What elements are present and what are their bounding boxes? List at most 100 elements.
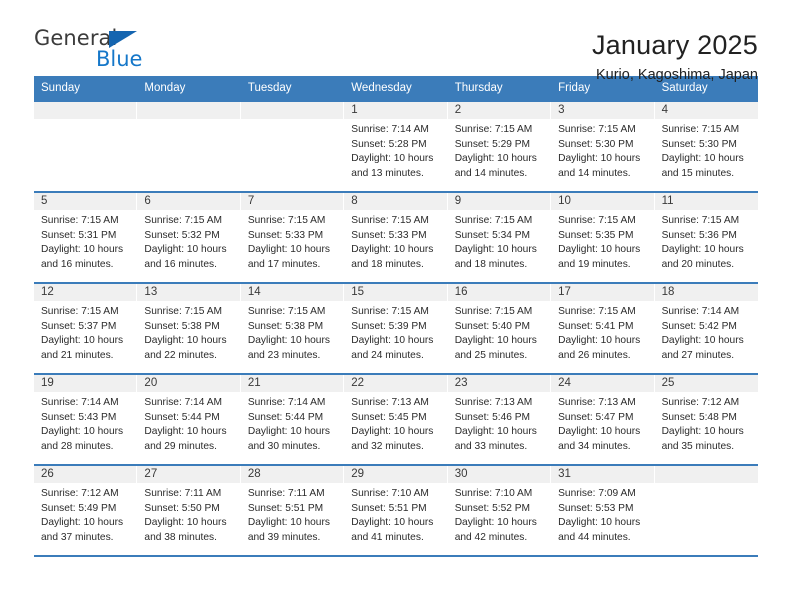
daylight-text-line2: and 14 minutes. [558,168,631,180]
day-cell[interactable]: 9 Sunrise: 7:15 AM Sunset: 5:34 PM Daylight… [447,192,552,282]
day-cell[interactable]: 2 Sunrise: 7:15 AM Sunset: 5:29 PM Daylight… [447,101,552,191]
calendar-page: General Blue January 2025 Kurio, Kagoshi… [0,0,792,612]
day-cell[interactable]: 10 Sunrise: 7:15 AM Sunset: 5:35 PM Dayligh… [551,192,655,282]
daylight-text-line1: Daylight: 10 hours [558,244,641,256]
general-blue-logo[interactable]: General Blue [34,28,164,76]
day-cell[interactable]: 29 Sunrise: 7:10 AM Sunset: 5:51 PM Dayligh… [344,465,448,555]
day-details: Sunrise: 7:15 AM Sunset: 5:35 PM Daylight:… [551,210,653,273]
sunset-text: Sunset: 5:45 PM [351,411,427,423]
daylight-text-line1: Daylight: 10 hours [144,517,227,529]
daylight-text-line1: Daylight: 10 hours [351,517,434,529]
day-number: 25 [654,374,758,392]
sunset-text: Sunset: 5:34 PM [454,229,531,241]
daylight-text-line1: Daylight: 10 hours [661,153,744,165]
sunset-text: Sunset: 5:33 PM [247,229,324,241]
sunrise-text: Sunrise: 7:15 AM [41,305,119,317]
daylight-text-line2: and 25 minutes. [454,350,528,362]
sunset-text: Sunset: 5:53 PM [558,502,634,514]
day-cell[interactable]: 6 Sunrise: 7:15 AM Sunset: 5:32 PM Daylight… [137,192,241,282]
daylight-text-line2: and 39 minutes. [247,532,321,544]
day-number: 12 [34,283,137,301]
day-details: Sunrise: 7:15 AM Sunset: 5:36 PM Daylight:… [655,210,758,273]
day-number [137,101,240,119]
daylight-text-line2: and 37 minutes. [41,532,114,544]
day-cell[interactable]: 23 Sunrise: 7:13 AM Sunset: 5:46 PM Dayligh… [447,374,552,464]
daylight-text-line1: Daylight: 10 hours [661,335,744,347]
day-cell[interactable]: 19 Sunrise: 7:14 AM Sunset: 5:43 PM Dayligh… [34,374,138,464]
day-cell[interactable]: 12 Sunrise: 7:15 AM Sunset: 5:37 PM Dayligh… [34,283,138,373]
day-cell[interactable]: 18 Sunrise: 7:14 AM Sunset: 5:42 PM Dayligh… [654,283,758,373]
calendar-week-row: 26 Sunrise: 7:12 AM Sunset: 5:49 PM Dayligh… [34,463,758,555]
day-details: Sunrise: 7:13 AM Sunset: 5:46 PM Daylight:… [448,392,550,455]
day-details: Sunrise: 7:15 AM Sunset: 5:38 PM Daylight:… [137,301,239,364]
day-number [654,465,758,483]
day-number: 27 [137,465,240,483]
day-cell[interactable]: 25 Sunrise: 7:12 AM Sunset: 5:48 PM Dayligh… [654,374,758,464]
day-number [34,101,137,119]
day-details: Sunrise: 7:11 AM Sunset: 5:50 PM Daylight:… [137,483,239,546]
day-number: 21 [240,374,344,392]
daylight-text-line1: Daylight: 10 hours [144,244,227,256]
sunrise-text: Sunrise: 7:13 AM [454,396,533,408]
daylight-text-line1: Daylight: 10 hours [247,244,330,256]
day-cell[interactable]: 16 Sunrise: 7:15 AM Sunset: 5:40 PM Dayligh… [447,283,552,373]
day-cell[interactable]: 14 Sunrise: 7:15 AM Sunset: 5:38 PM Dayligh… [240,283,345,373]
day-cell[interactable]: 17 Sunrise: 7:15 AM Sunset: 5:41 PM Dayligh… [551,283,655,373]
daylight-text-line1: Daylight: 10 hours [247,426,330,438]
daylight-text-line1: Daylight: 10 hours [558,335,641,347]
daylight-text-line1: Daylight: 10 hours [351,426,434,438]
daylight-text-line1: Daylight: 10 hours [558,153,641,165]
day-details: Sunrise: 7:15 AM Sunset: 5:32 PM Daylight:… [137,210,239,273]
sunset-text: Sunset: 5:37 PM [41,320,117,332]
day-number [240,101,344,119]
day-cell[interactable]: 21 Sunrise: 7:14 AM Sunset: 5:44 PM Dayligh… [240,374,345,464]
day-cell[interactable]: 4 Sunrise: 7:15 AM Sunset: 5:30 PM Daylight… [654,101,758,191]
sunset-text: Sunset: 5:50 PM [144,502,220,514]
sunset-text: Sunset: 5:38 PM [247,320,324,332]
day-number: 15 [344,283,447,301]
logo-triangle-icon [109,31,137,48]
daylight-text-line1: Daylight: 10 hours [454,335,537,347]
daylight-text-line2: and 19 minutes. [558,259,631,271]
daylight-text-line1: Daylight: 10 hours [558,426,641,438]
day-details: Sunrise: 7:14 AM Sunset: 5:28 PM Daylight:… [344,119,446,182]
daylight-text-line1: Daylight: 10 hours [41,335,124,347]
day-cell[interactable]: 26 Sunrise: 7:12 AM Sunset: 5:49 PM Dayligh… [34,465,138,555]
day-cell[interactable]: 5 Sunrise: 7:15 AM Sunset: 5:31 PM Daylight… [34,192,138,282]
day-cell[interactable]: 27 Sunrise: 7:11 AM Sunset: 5:50 PM Dayligh… [137,465,241,555]
weekday-header-tuesday: Tuesday [247,82,292,94]
day-cell[interactable]: 20 Sunrise: 7:14 AM Sunset: 5:44 PM Dayligh… [137,374,241,464]
calendar-week-row: 19 Sunrise: 7:14 AM Sunset: 5:43 PM Dayligh… [34,372,758,464]
daylight-text-line2: and 23 minutes. [247,350,321,362]
weekday-header-friday: Friday [558,82,591,94]
daylight-text-line2: and 44 minutes. [558,532,631,544]
day-cell[interactable]: 1 Sunrise: 7:14 AM Sunset: 5:28 PM Daylight… [344,101,448,191]
calendar-grid: Sunday Monday Tuesday Wednesday Thursday Frid… [34,76,758,555]
day-cell[interactable]: 31 Sunrise: 7:09 AM Sunset: 5:53 PM Dayligh… [551,465,655,555]
daylight-text-line1: Daylight: 10 hours [41,517,124,529]
daylight-text-line2: and 21 minutes. [41,350,114,362]
sunset-text: Sunset: 5:41 PM [558,320,634,332]
sunset-text: Sunset: 5:30 PM [661,138,737,150]
day-cell[interactable]: 7 Sunrise: 7:15 AM Sunset: 5:33 PM Daylight… [240,192,345,282]
day-details: Sunrise: 7:12 AM Sunset: 5:48 PM Daylight:… [655,392,758,455]
day-cell[interactable]: 15 Sunrise: 7:15 AM Sunset: 5:39 PM Dayligh… [344,283,448,373]
day-details: Sunrise: 7:15 AM Sunset: 5:29 PM Daylight:… [448,119,550,182]
day-cell[interactable]: 3 Sunrise: 7:15 AM Sunset: 5:30 PM Daylight… [551,101,655,191]
page-title: January 2025 [591,30,758,60]
day-cell[interactable]: 8 Sunrise: 7:15 AM Sunset: 5:33 PM Daylight… [344,192,448,282]
sunset-text: Sunset: 5:30 PM [558,138,634,150]
day-cell[interactable]: 30 Sunrise: 7:10 AM Sunset: 5:52 PM Dayligh… [447,465,552,555]
calendar-weeks: 1 Sunrise: 7:14 AM Sunset: 5:28 PM Daylight… [34,101,758,555]
sunset-text: Sunset: 5:44 PM [247,411,324,423]
day-cell[interactable]: 28 Sunrise: 7:11 AM Sunset: 5:51 PM Dayligh… [240,465,345,555]
day-cell[interactable]: 13 Sunrise: 7:15 AM Sunset: 5:38 PM Dayligh… [137,283,241,373]
day-cell[interactable]: 24 Sunrise: 7:13 AM Sunset: 5:47 PM Dayligh… [551,374,655,464]
sunrise-text: Sunrise: 7:11 AM [144,487,222,499]
sunrise-text: Sunrise: 7:10 AM [454,487,533,499]
day-number: 29 [344,465,447,483]
day-cell[interactable]: 22 Sunrise: 7:13 AM Sunset: 5:45 PM Dayligh… [344,374,448,464]
sunset-text: Sunset: 5:40 PM [454,320,531,332]
day-cell[interactable]: 11 Sunrise: 7:15 AM Sunset: 5:36 PM Dayligh… [654,192,758,282]
day-details: Sunrise: 7:14 AM Sunset: 5:44 PM Daylight:… [241,392,343,455]
